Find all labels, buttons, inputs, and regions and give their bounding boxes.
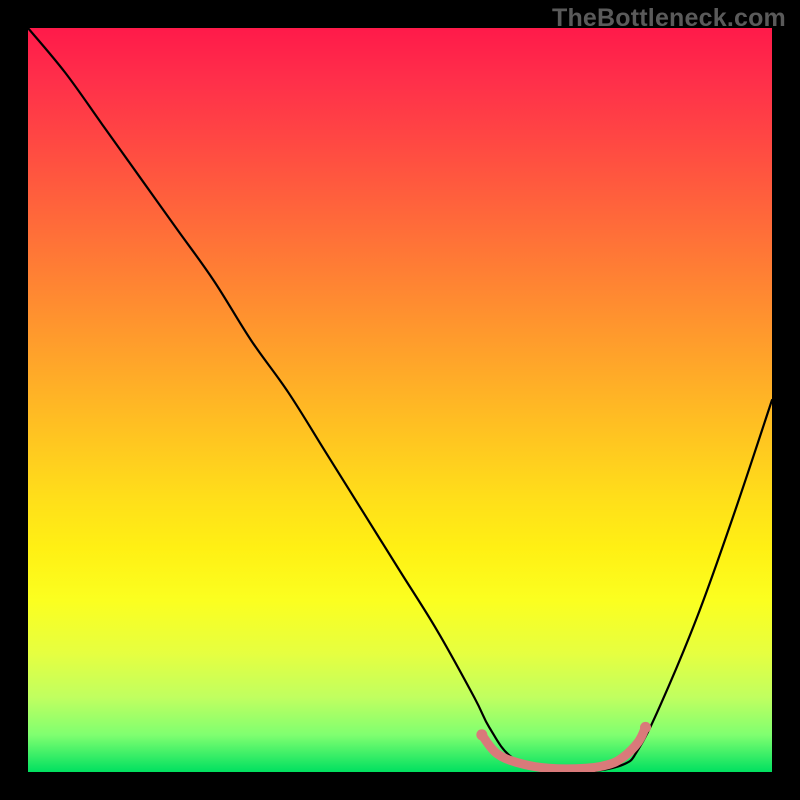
plot-area — [28, 28, 772, 772]
band-end-left — [476, 729, 487, 740]
curve-layer — [28, 28, 772, 772]
optimal-band — [482, 727, 646, 769]
bottleneck-curve — [28, 28, 772, 772]
band-end-right — [640, 722, 651, 733]
chart-container: TheBottleneck.com — [0, 0, 800, 800]
